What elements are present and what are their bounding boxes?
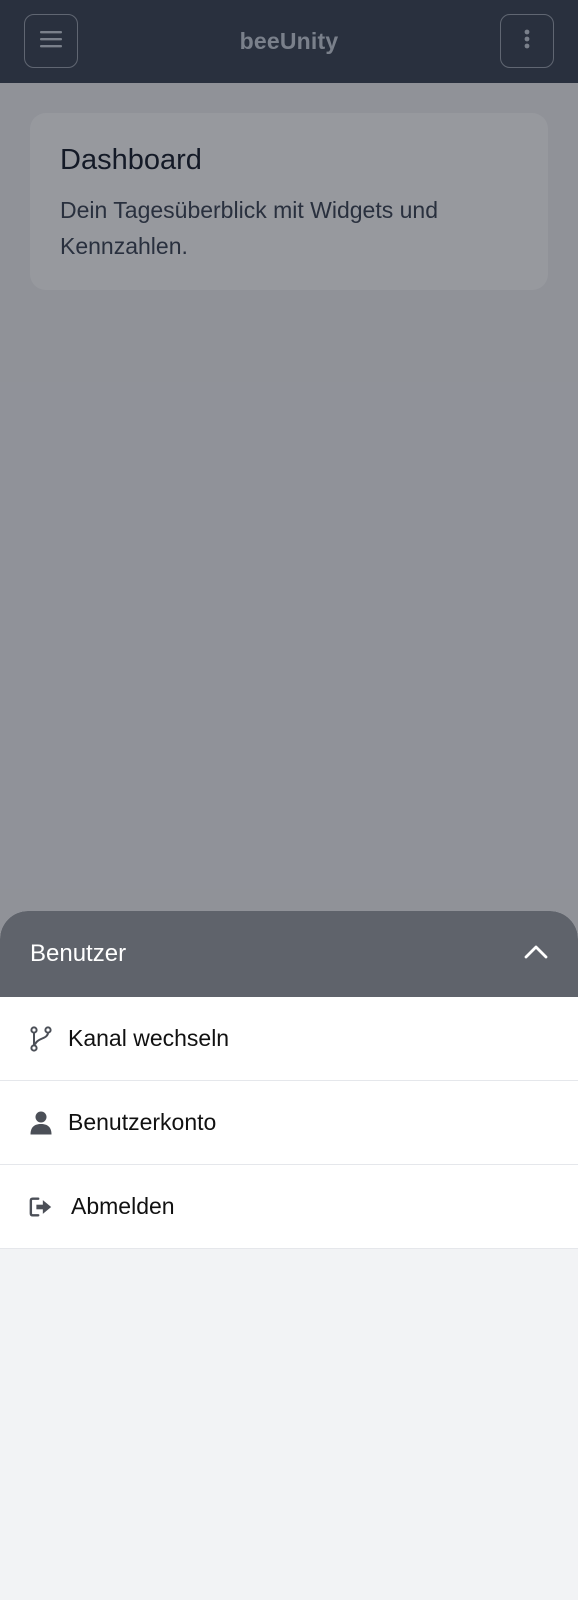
menu-item-switch-channel[interactable]: Kanal wechseln xyxy=(0,997,578,1081)
menu-item-sign-out[interactable]: Abmelden xyxy=(0,1165,578,1249)
menu-item-label: Benutzerkonto xyxy=(68,1109,217,1135)
user-menu-list: Kanal wechseln Benutzerkonto Abmelden xyxy=(0,997,578,1249)
user-bottom-sheet: Benutzer Kanal wechseln Benutzerkonto Ab… xyxy=(0,911,578,1600)
sheet-title: Benutzer xyxy=(30,940,127,967)
menu-item-user-account[interactable]: Benutzerkonto xyxy=(0,1081,578,1165)
sheet-header[interactable]: Benutzer xyxy=(0,911,578,997)
menu-item-label: Kanal wechseln xyxy=(68,1025,230,1051)
sign-out-icon xyxy=(29,1195,53,1219)
user-icon xyxy=(29,1111,53,1135)
branch-icon xyxy=(29,1025,53,1052)
menu-item-label: Abmelden xyxy=(71,1193,175,1219)
chevron-up-icon[interactable] xyxy=(524,944,548,965)
